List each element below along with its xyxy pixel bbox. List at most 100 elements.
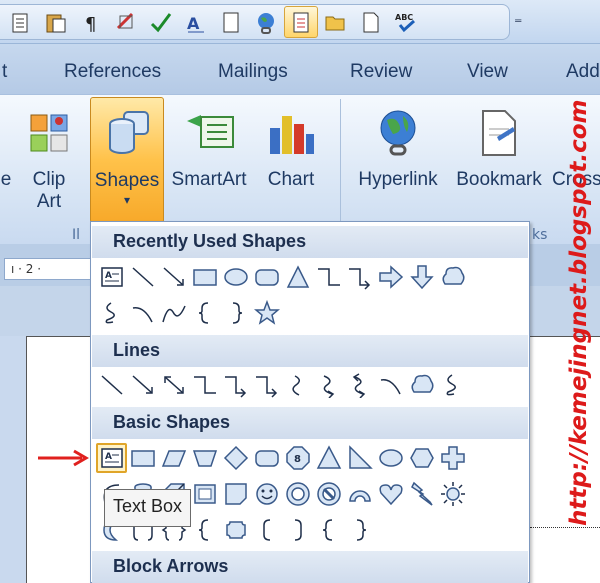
open-folder-icon[interactable] (319, 6, 353, 38)
smartart-button[interactable]: SmartArt (168, 97, 250, 191)
document-icon[interactable] (284, 6, 318, 38)
star-icon[interactable] (251, 298, 282, 328)
right-bracket-icon[interactable] (282, 515, 313, 545)
hyperlink-button[interactable]: Hyperlink (352, 97, 444, 191)
clip-art-button[interactable]: Clip Art (20, 97, 78, 213)
arrow-line-icon[interactable] (158, 262, 189, 292)
sun-icon[interactable] (437, 479, 468, 509)
diamond-icon[interactable] (220, 443, 251, 473)
bookmark-label: Bookmark (456, 169, 542, 190)
oval-icon[interactable] (220, 262, 251, 292)
tab-references[interactable]: References (64, 61, 161, 83)
octagon-icon[interactable]: 8 (282, 443, 313, 473)
new-document-icon[interactable] (354, 6, 388, 38)
parallelogram-icon[interactable] (158, 443, 189, 473)
frame-icon[interactable] (189, 479, 220, 509)
svg-text:¶: ¶ (85, 14, 96, 34)
freeform-curve-icon[interactable] (158, 298, 189, 328)
curve-icon[interactable] (127, 298, 158, 328)
shapes-icon (91, 98, 163, 170)
left-bracket-icon[interactable] (251, 515, 282, 545)
font-size-icon[interactable]: A (179, 6, 213, 38)
right-brace-icon[interactable] (220, 298, 251, 328)
hyperlink-globe-icon[interactable] (249, 6, 283, 38)
rounded-rectangle-icon[interactable] (251, 443, 282, 473)
smartart-label: SmartArt (171, 169, 247, 190)
shapes-button[interactable]: Shapes ▾ (90, 97, 164, 223)
section-recently-used-shapes: Recently Used Shapes (92, 226, 528, 258)
ribbon-tabs: t References Mailings Review View Add (0, 44, 600, 94)
freeform-scribble-icon[interactable] (437, 370, 468, 400)
rounded-rectangle-icon[interactable] (251, 262, 282, 292)
elbow-connector-icon[interactable] (313, 262, 344, 292)
text-box-icon[interactable]: A (96, 262, 127, 292)
paste-icon[interactable] (39, 6, 73, 38)
rectangle-icon[interactable] (127, 443, 158, 473)
block-arrow-right-icon[interactable] (375, 262, 406, 292)
no-symbol-icon[interactable] (313, 479, 344, 509)
ellipse-icon[interactable] (375, 443, 406, 473)
freeform-scribble-icon[interactable] (96, 298, 127, 328)
lightning-bolt-icon[interactable] (406, 479, 437, 509)
curved-double-arrow-connector-icon[interactable] (344, 370, 375, 400)
smiley-face-icon[interactable] (251, 479, 282, 509)
bookmark-button[interactable]: Bookmark (450, 97, 548, 191)
chart-label: Chart (267, 169, 315, 190)
cloud-callout-icon[interactable] (437, 262, 468, 292)
customize-toolbar-icon[interactable]: ⁼ (514, 14, 522, 33)
elbow-arrow-connector-icon[interactable] (251, 370, 282, 400)
section-block-arrows: Block Arrows (92, 551, 528, 583)
line-icon[interactable] (127, 262, 158, 292)
hyperlink-label: Hyperlink (358, 169, 438, 190)
right-brace-icon[interactable] (344, 515, 375, 545)
clip-art-label-bottom: Art (36, 191, 62, 212)
block-arrow-down-icon[interactable] (406, 262, 437, 292)
curve-icon[interactable] (375, 370, 406, 400)
tab-view[interactable]: View (467, 61, 508, 83)
cross-icon[interactable] (437, 443, 468, 473)
block-arc-icon[interactable] (344, 479, 375, 509)
rectangle-icon[interactable] (189, 262, 220, 292)
bookmark-icon (450, 97, 548, 169)
folded-corner-icon[interactable] (220, 479, 251, 509)
hexagon-icon[interactable] (406, 443, 437, 473)
quick-access-toolbar: ¶ A ABC ⁼ (0, 0, 600, 44)
page-icon[interactable] (214, 6, 248, 38)
abc-spelling-icon[interactable]: ABC (389, 6, 423, 38)
plaque-icon[interactable] (220, 515, 251, 545)
curved-arrow-connector-icon[interactable] (313, 370, 344, 400)
cloud-callout-icon[interactable] (406, 370, 437, 400)
shapes-gallery: Recently Used Shapes A Lines Basic Shape… (90, 221, 530, 583)
bullets-list-icon[interactable] (4, 6, 38, 38)
picture-button-partial[interactable]: e (0, 169, 16, 191)
elbow-arrow-connector-icon[interactable] (220, 370, 251, 400)
curved-connector-icon[interactable] (282, 370, 313, 400)
left-brace-icon[interactable] (189, 298, 220, 328)
text-box-icon[interactable]: A (96, 443, 127, 473)
tab-insert[interactable]: t (2, 61, 7, 83)
pilcrow-icon[interactable]: ¶ (74, 6, 108, 38)
shapes-row (96, 298, 282, 328)
arrow-line-icon[interactable] (127, 370, 158, 400)
heart-icon[interactable] (375, 479, 406, 509)
tab-add-ins[interactable]: Add (566, 61, 600, 83)
elbow-arrow-connector-icon[interactable] (344, 262, 375, 292)
elbow-connector-icon[interactable] (189, 370, 220, 400)
line-icon[interactable] (96, 370, 127, 400)
isosceles-triangle-icon[interactable] (313, 443, 344, 473)
svg-text:8: 8 (294, 454, 301, 465)
right-triangle-icon[interactable] (344, 443, 375, 473)
double-arrow-line-icon[interactable] (158, 370, 189, 400)
hide-icon[interactable] (109, 6, 143, 38)
donut-icon[interactable] (282, 479, 313, 509)
spelling-icon[interactable] (144, 6, 178, 38)
triangle-icon[interactable] (282, 262, 313, 292)
text-boundary (530, 527, 600, 528)
left-brace-icon[interactable] (313, 515, 344, 545)
left-brace-icon[interactable] (189, 515, 220, 545)
chart-button[interactable]: Chart (260, 97, 322, 191)
tab-review[interactable]: Review (350, 61, 412, 83)
tab-mailings[interactable]: Mailings (218, 61, 288, 83)
trapezoid-icon[interactable] (189, 443, 220, 473)
svg-text:A: A (105, 452, 112, 462)
